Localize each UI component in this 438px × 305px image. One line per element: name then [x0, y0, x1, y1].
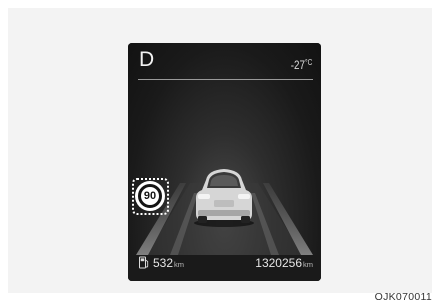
lane-graphic	[136, 183, 313, 255]
figure-code: OJK070011	[374, 291, 432, 303]
fuel-range: 532km	[153, 257, 184, 269]
odometer-value: 1320256	[255, 256, 302, 270]
vehicle-rear-view-icon	[194, 169, 254, 227]
odometer: 1320256km	[255, 257, 313, 269]
fuel-pump-icon	[139, 256, 149, 269]
fuel-range-unit: km	[174, 260, 185, 269]
odometer-unit: km	[303, 260, 313, 269]
fuel-range-value: 532	[153, 256, 174, 270]
speed-limit-sign-icon: 90	[135, 181, 165, 211]
cluster-display: D -27°C 90 532km 1320256km	[128, 43, 321, 281]
speed-limit-value: 90	[138, 184, 162, 208]
